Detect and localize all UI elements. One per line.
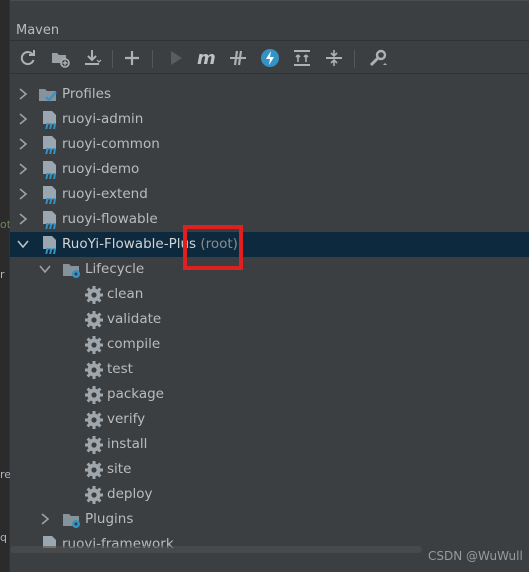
tree-item-label: validate <box>107 311 162 327</box>
tree-item-label: ruoyi-extend <box>62 186 148 202</box>
settings-wrench-icon[interactable] <box>366 46 390 70</box>
tree-item-label: package <box>107 386 164 402</box>
horizontal-scrollbar[interactable] <box>10 546 422 553</box>
maven-module-icon: m <box>40 135 60 157</box>
tree-item-phase[interactable]: compile <box>10 332 529 357</box>
tree-item-phase[interactable]: package <box>10 382 529 407</box>
tree-item-phase[interactable]: deploy <box>10 482 529 507</box>
maven-module-icon: m <box>40 210 60 232</box>
skip-tests-icon[interactable] <box>258 46 282 70</box>
tree-item-label: ruoyi-demo <box>62 161 140 177</box>
collapse-all-icon[interactable] <box>322 46 346 70</box>
panel-title: Maven <box>16 23 60 38</box>
tree-item-label: site <box>107 461 132 477</box>
tree-item-label: compile <box>107 336 161 352</box>
tree-item-module[interactable]: m ruoyi-common <box>10 132 529 157</box>
svg-text:m: m <box>45 169 56 180</box>
chevron-right-icon[interactable] <box>16 211 30 227</box>
chevron-right-icon[interactable] <box>38 511 52 527</box>
chevron-right-icon[interactable] <box>16 111 30 127</box>
tree-item-label: ruoyi-admin <box>62 111 144 127</box>
tree-item-phase[interactable]: verify <box>10 407 529 432</box>
chevron-down-icon[interactable] <box>38 261 52 277</box>
tree-item-lifecycle[interactable]: Lifecycle <box>10 257 529 282</box>
tool-window-header: Maven <box>10 0 529 38</box>
tree-item-label: ruoyi-flowable <box>62 211 158 227</box>
toolbar-separator <box>112 50 113 68</box>
chevron-right-icon[interactable] <box>16 86 30 102</box>
tree-item-label: clean <box>107 286 144 302</box>
toolbar-separator <box>354 50 355 68</box>
tree-item-label: verify <box>107 411 146 427</box>
gear-icon <box>84 485 104 505</box>
plugins-folder-icon <box>62 510 82 530</box>
svg-text:m: m <box>45 119 56 130</box>
svg-text:m: m <box>45 244 56 255</box>
tree-item-phase[interactable]: validate <box>10 307 529 332</box>
code-fragment: r <box>0 268 5 281</box>
tree-item-module[interactable]: m ruoyi-extend <box>10 182 529 207</box>
show-dependencies-icon[interactable] <box>290 46 314 70</box>
svg-text:m: m <box>45 194 56 205</box>
tree-item-module[interactable]: m ruoyi-flowable <box>10 207 529 232</box>
watermark: CSDN @WuWull <box>428 549 523 563</box>
chevron-right-icon[interactable] <box>16 136 30 152</box>
reload-icon[interactable] <box>16 46 40 70</box>
tree-item-module[interactable]: m ruoyi-admin <box>10 107 529 132</box>
gear-icon <box>84 435 104 455</box>
gear-icon <box>84 285 104 305</box>
chevron-right-icon[interactable] <box>16 161 30 177</box>
svg-text:m: m <box>45 144 56 155</box>
highlight-annotation-box <box>183 225 243 270</box>
chevron-down-icon[interactable] <box>16 236 30 252</box>
plus-icon[interactable] <box>120 46 144 70</box>
chevron-right-icon[interactable] <box>16 186 30 202</box>
maven-module-icon: m <box>40 185 60 207</box>
tree-item-label: test <box>107 361 133 377</box>
gear-icon <box>84 360 104 380</box>
svg-text:m: m <box>197 48 216 68</box>
toolbar-separator <box>152 50 153 68</box>
tree-item-phase[interactable]: test <box>10 357 529 382</box>
tree-item-phase[interactable]: clean <box>10 282 529 307</box>
gear-icon <box>84 335 104 355</box>
maven-module-icon: m <box>40 160 60 182</box>
maven-module-icon: m <box>40 235 60 257</box>
tree-item-label: ruoyi-common <box>62 136 160 152</box>
tree-item-profiles[interactable]: Profiles <box>10 82 529 107</box>
download-icon[interactable] <box>80 46 104 70</box>
profiles-folder-icon <box>38 85 58 105</box>
tree-item-phase[interactable]: install <box>10 432 529 457</box>
tree-item-root-project[interactable]: m RuoYi-Flowable-Plus (root) <box>10 232 529 257</box>
tree-item-plugins[interactable]: Plugins <box>10 507 529 532</box>
tree-item-phase[interactable]: site <box>10 457 529 482</box>
tree-item-label: install <box>107 436 148 452</box>
execute-goal-icon[interactable]: m <box>194 46 218 70</box>
gear-icon <box>84 460 104 480</box>
gear-icon <box>84 410 104 430</box>
gear-icon <box>84 310 104 330</box>
maven-tool-window: Maven m Profiles m ruoyi-admin m ruoyi-c… <box>10 0 529 572</box>
svg-text:m: m <box>45 219 56 230</box>
root-project-name: RuoYi-Flowable-Plus <box>62 236 197 252</box>
toggle-offline-icon[interactable] <box>226 46 250 70</box>
folder-add-icon[interactable] <box>48 46 72 70</box>
tree-item-label: Lifecycle <box>85 261 145 277</box>
tree-item-module[interactable]: m ruoyi-demo <box>10 157 529 182</box>
run-icon[interactable] <box>164 46 188 70</box>
code-fragment: q <box>0 531 7 544</box>
tree-item-label: Plugins <box>85 511 134 527</box>
maven-module-icon: m <box>40 110 60 132</box>
gear-icon <box>84 385 104 405</box>
tree-item-label: deploy <box>107 486 153 502</box>
maven-toolbar: m <box>10 40 529 74</box>
lifecycle-folder-icon <box>62 260 82 280</box>
editor-gutter: ot r re q <box>0 0 11 572</box>
tree-item-label: Profiles <box>62 86 112 102</box>
